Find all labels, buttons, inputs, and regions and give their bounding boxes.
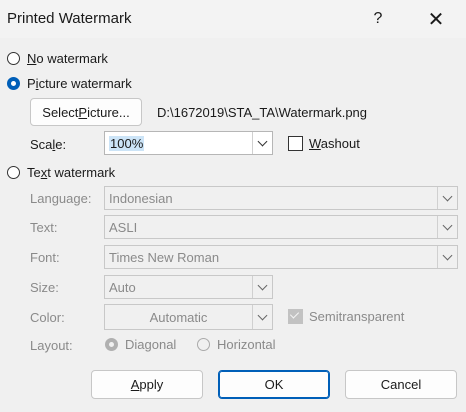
horizontal-option[interactable]: Horizontal <box>197 337 276 352</box>
language-value: Indonesian <box>109 190 173 206</box>
no-watermark-radio[interactable] <box>7 52 20 65</box>
language-label: Language: <box>30 191 92 206</box>
text-watermark-radio[interactable] <box>7 166 20 179</box>
color-label: Color: <box>30 310 65 325</box>
size-combobox[interactable]: Auto <box>104 275 273 299</box>
language-combobox[interactable]: Indonesian <box>104 186 458 210</box>
text-dropdown-button[interactable] <box>437 216 457 238</box>
color-value: Automatic <box>149 309 208 325</box>
chevron-down-icon <box>257 280 268 290</box>
horizontal-radio[interactable] <box>197 338 210 351</box>
picture-watermark-option[interactable]: Picture watermark <box>7 76 132 91</box>
color-combobox[interactable]: Automatic <box>104 304 273 330</box>
scale-label: Scale: <box>30 137 67 152</box>
text-watermark-option[interactable]: Text watermark <box>7 165 115 180</box>
dialog-title: Printed Watermark <box>7 10 132 27</box>
cancel-button[interactable]: Cancel <box>345 370 457 399</box>
close-button[interactable]: ✕ <box>416 5 456 33</box>
font-value: Times New Roman <box>109 249 220 265</box>
washout-option[interactable]: Washout <box>288 136 360 151</box>
semitransparent-checkbox[interactable] <box>288 309 303 324</box>
picture-watermark-label: Picture watermark <box>27 76 132 91</box>
font-combobox[interactable]: Times New Roman <box>104 245 458 269</box>
chevron-down-icon <box>257 136 268 146</box>
help-button[interactable]: ? <box>358 5 398 33</box>
text-label: Text: <box>30 220 58 235</box>
diagonal-option[interactable]: Diagonal <box>105 337 176 352</box>
close-icon: ✕ <box>427 8 445 31</box>
text-combobox[interactable]: ASLI <box>104 215 458 239</box>
help-icon: ? <box>373 10 383 27</box>
title-bar: Printed Watermark ? ✕ <box>0 0 466 38</box>
washout-label: Washout <box>309 136 360 151</box>
no-watermark-option[interactable]: No watermark <box>7 51 108 66</box>
color-dropdown-button[interactable] <box>252 305 272 329</box>
diagonal-radio[interactable] <box>105 338 118 351</box>
font-label: Font: <box>30 250 60 265</box>
chevron-down-icon <box>257 310 268 320</box>
chevron-down-icon <box>442 250 453 260</box>
size-value: Auto <box>109 279 136 295</box>
diagonal-label: Diagonal <box>125 337 177 352</box>
font-dropdown-button[interactable] <box>437 246 457 268</box>
horizontal-label: Horizontal <box>217 337 276 352</box>
scale-combobox[interactable]: 100% <box>104 131 273 155</box>
picture-watermark-radio[interactable] <box>7 77 20 90</box>
semitransparent-option[interactable]: Semitransparent <box>288 309 404 324</box>
size-label: Size: <box>30 280 59 295</box>
text-watermark-label: Text watermark <box>27 165 116 180</box>
text-value: ASLI <box>109 219 138 235</box>
size-dropdown-button[interactable] <box>252 276 272 298</box>
washout-checkbox[interactable] <box>288 136 303 151</box>
layout-label: Layout: <box>30 338 73 353</box>
ok-button[interactable]: OK <box>218 370 330 399</box>
select-picture-button[interactable]: Select Picture... <box>30 98 142 126</box>
chevron-down-icon <box>442 191 453 201</box>
apply-button[interactable]: Apply <box>91 370 203 399</box>
semitransparent-label: Semitransparent <box>309 309 405 324</box>
scale-dropdown-button[interactable] <box>252 132 272 154</box>
chevron-down-icon <box>442 220 453 230</box>
language-dropdown-button[interactable] <box>437 187 457 209</box>
scale-value: 100% <box>109 135 145 151</box>
picture-file-path: D:\1672019\STA_TA\Watermark.png <box>157 105 368 120</box>
no-watermark-label: No watermark <box>27 51 108 66</box>
